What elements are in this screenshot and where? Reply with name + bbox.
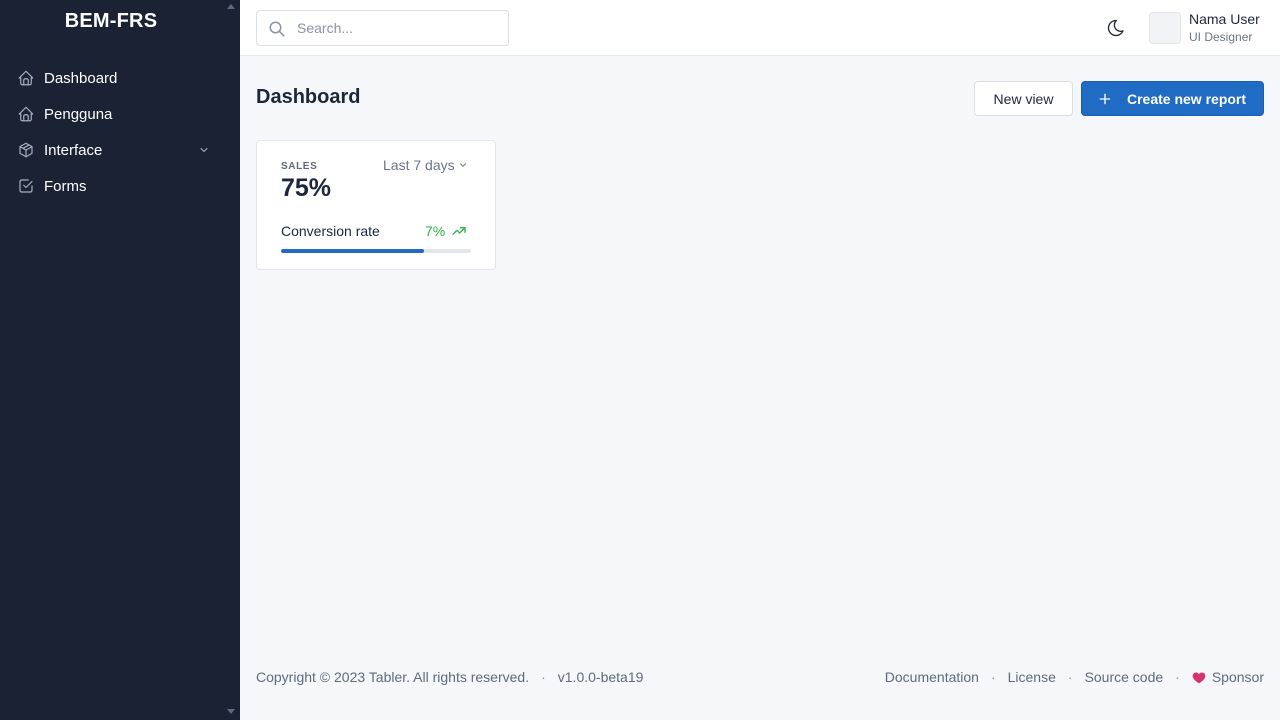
page-title: Dashboard [256, 86, 361, 108]
sidebar-item-label: Pengguna [44, 105, 113, 123]
documentation-link[interactable]: Documentation [885, 669, 979, 685]
create-report-label: Create new report [1127, 90, 1247, 107]
user-name[interactable]: Nama User [1189, 11, 1260, 27]
sponsor-link[interactable]: Sponsor [1192, 669, 1264, 685]
search-box[interactable] [256, 10, 509, 46]
chevron-down-icon[interactable] [198, 144, 210, 156]
sales-card: SALES Last 7 days 75% Conversion rate 7% [256, 140, 496, 270]
footer-left: Copyright © 2023 Tabler. All rights rese… [256, 669, 643, 685]
separator-dot: · [1067, 669, 1073, 685]
separator-dot: · [990, 669, 996, 685]
footer-right: Documentation · License · Source code · … [885, 669, 1264, 685]
search-icon [269, 21, 285, 37]
scroll-down-arrow[interactable] [227, 709, 235, 714]
create-report-button[interactable]: Create new report [1081, 81, 1264, 116]
moon-icon[interactable] [1106, 18, 1126, 38]
copyright-text: Copyright © 2023 Tabler. All rights rese… [256, 669, 530, 685]
new-view-button[interactable]: New view [974, 81, 1073, 116]
license-link[interactable]: License [1008, 669, 1056, 685]
sidebar-item-label: Forms [44, 177, 87, 195]
plus-icon [1099, 93, 1111, 104]
scroll-up-arrow[interactable] [227, 4, 235, 9]
source-code-link[interactable]: Source code [1085, 669, 1164, 685]
sidebar-item-dashboard[interactable]: Dashboard [0, 60, 240, 96]
progress-fill [281, 249, 424, 253]
trend-indicator: 7% [425, 223, 468, 239]
top-header: Nama User UI Designer [240, 0, 1280, 56]
sidebar-item-interface[interactable]: Interface [0, 132, 240, 168]
sidebar-item-label: Dashboard [44, 69, 118, 87]
brand-logo[interactable]: BEM-FRS [0, 10, 222, 33]
home-icon [17, 105, 35, 123]
heart-icon [1192, 672, 1206, 683]
sidebar-item-label: Interface [44, 141, 103, 159]
sidebar-item-pengguna[interactable]: Pengguna [0, 96, 240, 132]
checkbox-icon [17, 177, 35, 195]
search-input[interactable] [297, 11, 502, 45]
sales-value: 75% [281, 174, 332, 202]
sidebar-nav: Dashboard Pengguna Interface Forms [0, 60, 240, 204]
package-icon [17, 141, 35, 159]
range-label: Last 7 days [383, 157, 455, 173]
range-dropdown[interactable]: Last 7 days [383, 157, 468, 173]
sponsor-label: Sponsor [1211, 669, 1264, 685]
user-role: UI Designer [1189, 30, 1253, 44]
card-subheader: SALES [281, 161, 318, 172]
metric-label: Conversion rate [281, 223, 380, 239]
chevron-down-icon [459, 163, 466, 167]
avatar[interactable] [1149, 12, 1181, 44]
trending-up-icon [452, 227, 466, 235]
sidebar: BEM-FRS Dashboard Pengguna Interface For… [0, 0, 240, 720]
conversion-progress [281, 249, 471, 253]
trend-value: 7% [425, 223, 446, 239]
home-icon [17, 69, 35, 87]
separator-dot: · [1175, 669, 1180, 685]
version-link[interactable]: v1.0.0-beta19 [558, 669, 644, 685]
sidebar-item-forms[interactable]: Forms [0, 168, 240, 204]
separator-dot: · [541, 669, 546, 685]
